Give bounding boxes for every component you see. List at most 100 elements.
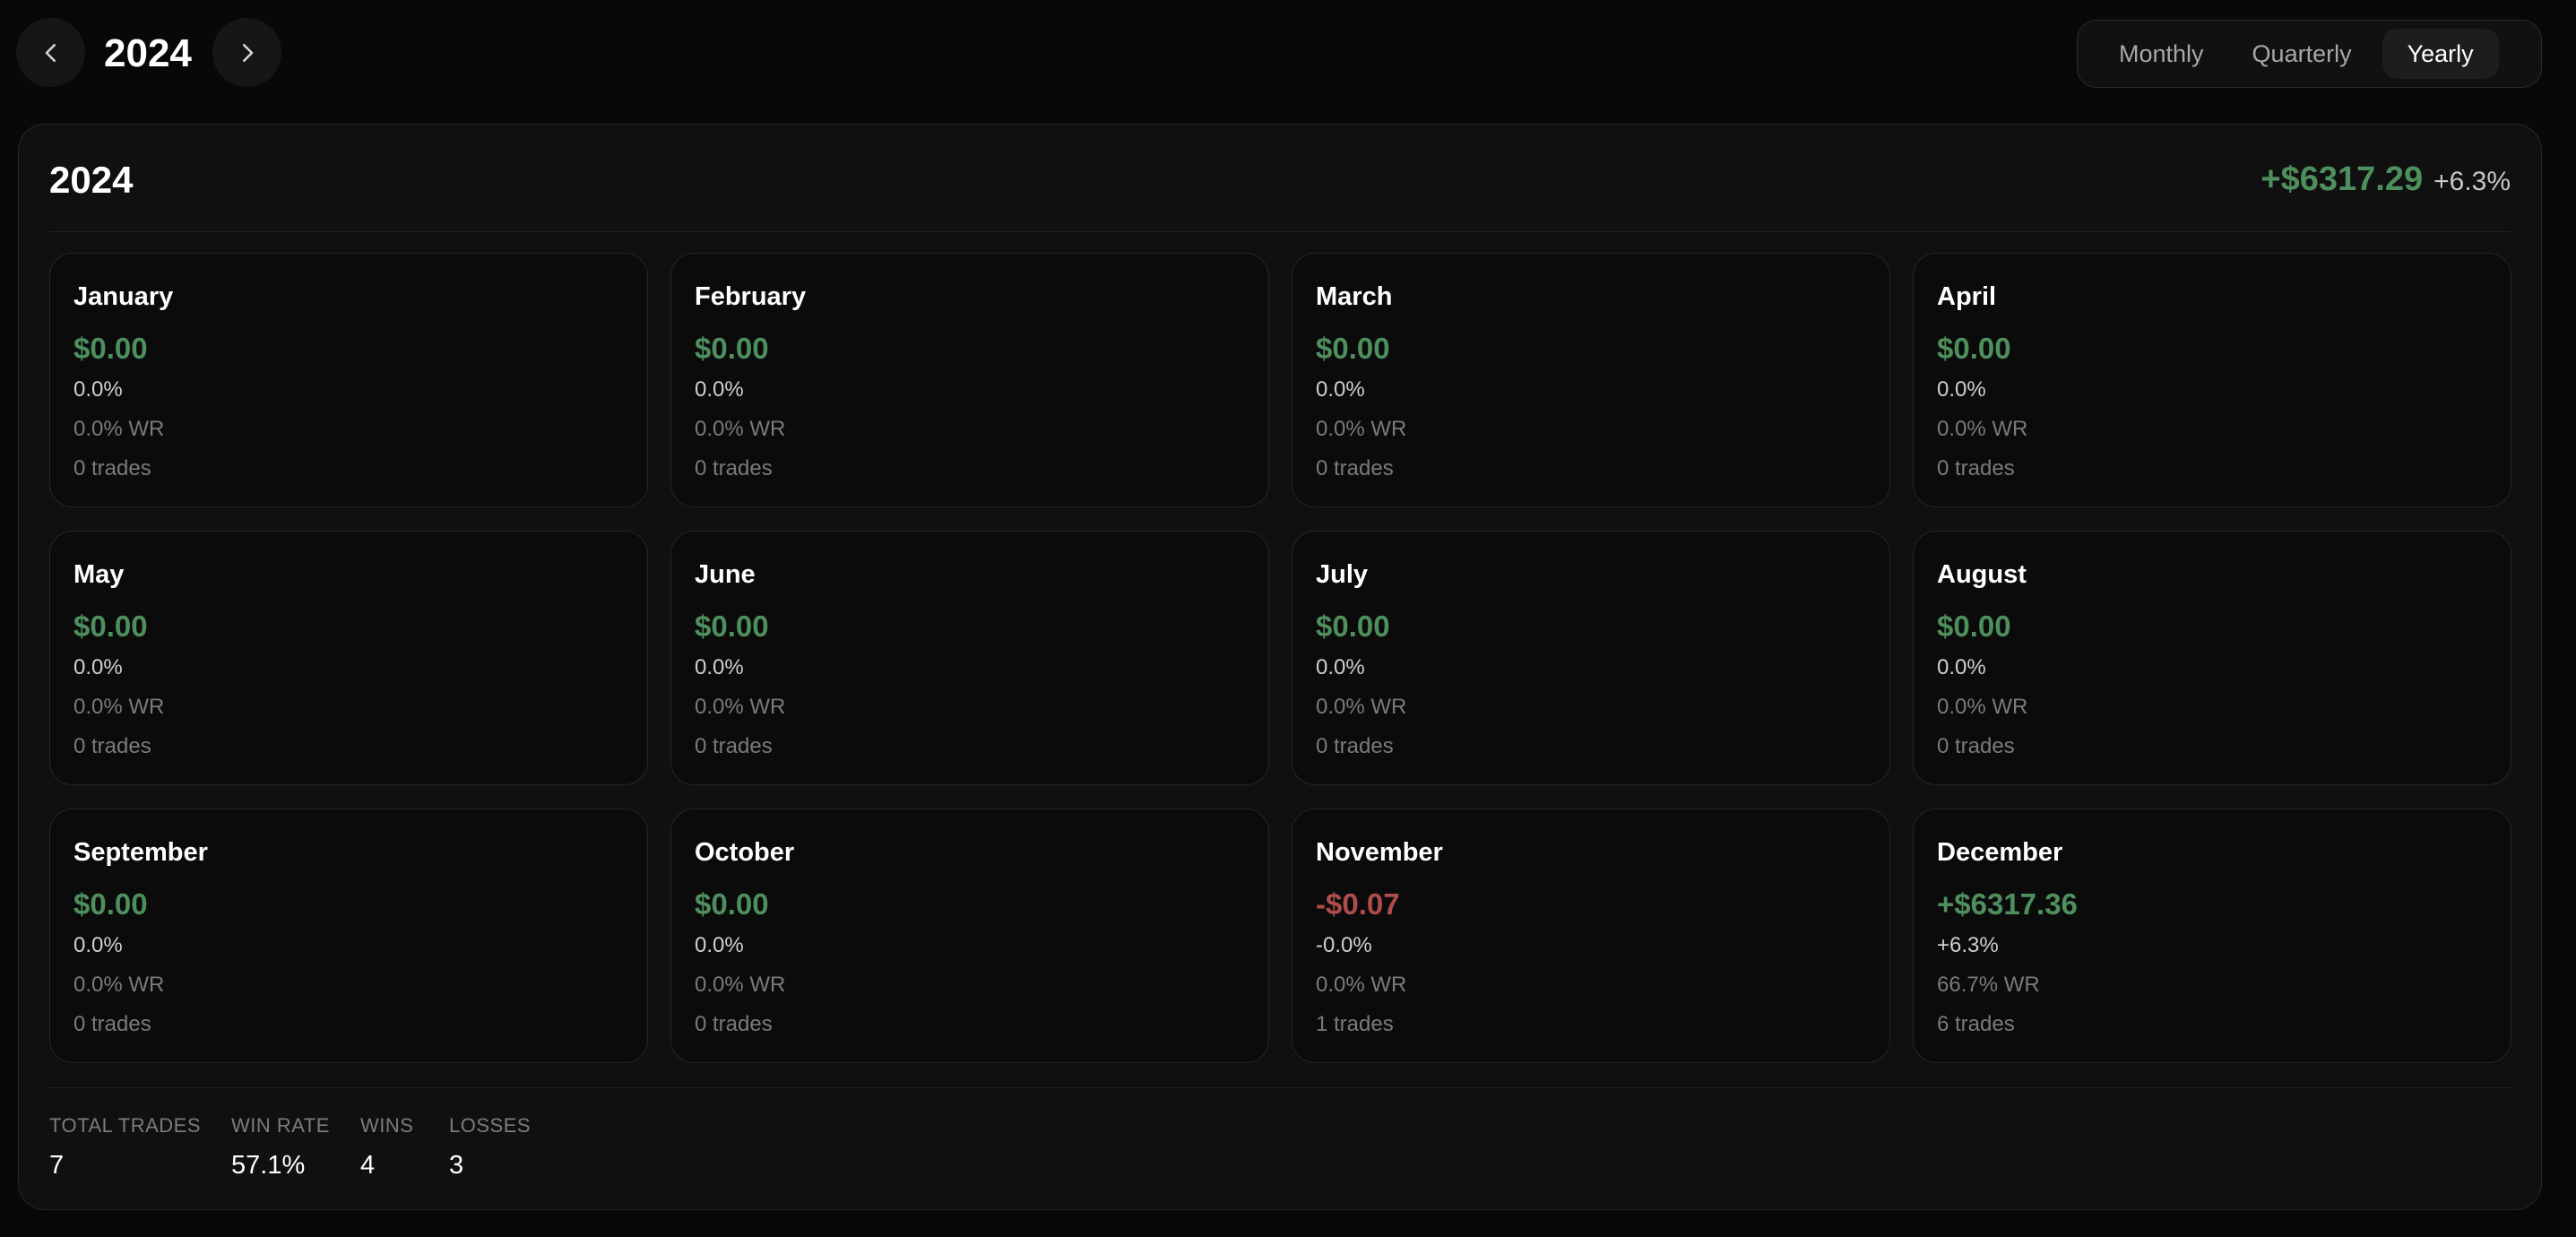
year-panel: 2024 +$6317.29 +6.3% January $0.00 0.0% 0.0… (18, 124, 2542, 1210)
month-pnl: $0.00 (695, 610, 769, 643)
month-pnl: $0.00 (73, 332, 148, 365)
period-toggle: Monthly Quarterly Yearly (2077, 20, 2542, 88)
month-card-july[interactable]: July $0.00 0.0% 0.0% WR 0 trades (1292, 531, 1890, 785)
month-card-january[interactable]: January $0.00 0.0% 0.0% WR 0 trades (49, 253, 648, 507)
month-name: November (1316, 838, 1443, 867)
month-card-february[interactable]: February $0.00 0.0% 0.0% WR 0 trades (670, 253, 1269, 507)
month-percent: 0.0% (1937, 377, 1986, 402)
month-percent: 0.0% (73, 933, 123, 957)
stat-total-trades: TOTAL TRADES 7 (49, 1113, 201, 1181)
month-pnl: $0.00 (1937, 610, 2011, 643)
month-trade-count: 0 trades (695, 734, 773, 758)
month-trade-count: 0 trades (1937, 456, 2015, 480)
stat-label: WIN RATE (231, 1114, 330, 1137)
month-trade-count: 6 trades (1937, 1012, 2015, 1036)
month-pnl: $0.00 (1316, 332, 1390, 365)
month-name: September (73, 838, 208, 867)
month-name: July (1316, 560, 1369, 589)
stat-win-rate: WIN RATE 57.1% (231, 1113, 330, 1181)
month-percent: 0.0% (695, 377, 744, 402)
month-trade-count: 0 trades (1937, 734, 2015, 758)
month-win-rate: 0.0% WR (73, 695, 165, 719)
month-win-rate: 0.0% WR (73, 973, 165, 997)
year-total-percent: +6.3% (2433, 167, 2511, 196)
month-pnl: $0.00 (695, 332, 769, 365)
month-percent: 0.0% (1937, 655, 1986, 679)
stat-value: 7 (49, 1151, 65, 1180)
month-win-rate: 0.0% WR (1316, 417, 1407, 441)
month-win-rate: 0.0% WR (1937, 417, 2028, 441)
stat-losses: LOSSES 3 (449, 1113, 531, 1181)
month-card-september[interactable]: September $0.00 0.0% 0.0% WR 0 trades (49, 809, 648, 1063)
month-percent: 0.0% (695, 933, 744, 957)
next-year-button[interactable] (212, 18, 281, 87)
stat-value: 3 (449, 1151, 464, 1180)
tab-monthly[interactable]: Monthly (2101, 29, 2222, 79)
chevron-left-icon (45, 43, 56, 62)
month-name: December (1937, 838, 2063, 867)
year-total-pnl: +$6317.29 (2260, 160, 2424, 198)
panel-year-title: 2024 (49, 159, 134, 201)
month-card-november[interactable]: November -$0.07 -0.0% 0.0% WR 1 trades (1292, 809, 1890, 1063)
month-trade-count: 0 trades (695, 456, 773, 480)
previous-year-button[interactable] (16, 18, 85, 87)
chevron-right-icon (242, 43, 253, 62)
stat-value: 57.1% (231, 1151, 306, 1180)
month-card-october[interactable]: October $0.00 0.0% 0.0% WR 0 trades (670, 809, 1269, 1063)
month-trade-count: 0 trades (1316, 734, 1394, 758)
stat-label: WINS (360, 1114, 414, 1137)
month-name: April (1937, 282, 1997, 311)
month-pnl: $0.00 (73, 887, 148, 921)
stat-value: 4 (360, 1151, 376, 1180)
month-name: January (73, 282, 174, 311)
month-name: August (1937, 560, 2027, 589)
year-summary: +$6317.29 +6.3% (2260, 160, 2511, 199)
stats-footer: TOTAL TRADES 7 WIN RATE 57.1% WINS 4 LOS… (49, 1087, 2511, 1195)
month-name: March (1316, 282, 1393, 311)
month-percent: 0.0% (1316, 655, 1365, 679)
month-percent: 0.0% (1316, 377, 1365, 402)
month-trade-count: 0 trades (73, 456, 151, 480)
months-grid: January $0.00 0.0% 0.0% WR 0 trades February $… (49, 253, 2512, 1063)
month-trade-count: 0 trades (695, 1012, 773, 1036)
month-percent: 0.0% (73, 655, 123, 679)
month-name: February (695, 282, 807, 311)
month-pnl: +$6317.36 (1937, 887, 2078, 921)
month-win-rate: 0.0% WR (695, 417, 786, 441)
month-pnl: $0.00 (1316, 610, 1390, 643)
month-win-rate: 0.0% WR (1316, 695, 1407, 719)
month-card-may[interactable]: May $0.00 0.0% 0.0% WR 0 trades (49, 531, 648, 785)
top-bar: 2024 Monthly Quarterly Yearly (16, 18, 2542, 90)
month-name: June (695, 560, 756, 589)
month-pnl: $0.00 (73, 610, 148, 643)
month-percent: -0.0% (1316, 933, 1372, 957)
month-card-august[interactable]: August $0.00 0.0% 0.0% WR 0 trades (1913, 531, 2511, 785)
month-percent: 0.0% (73, 377, 123, 402)
month-trade-count: 1 trades (1316, 1012, 1394, 1036)
month-win-rate: 66.7% WR (1937, 973, 2040, 997)
stat-wins: WINS 4 (360, 1113, 413, 1181)
tab-yearly[interactable]: Yearly (2382, 29, 2499, 79)
stat-label: LOSSES (449, 1114, 532, 1137)
month-pnl: $0.00 (695, 887, 769, 921)
month-percent: +6.3% (1937, 933, 1999, 957)
month-pnl: -$0.07 (1316, 887, 1400, 921)
month-win-rate: 0.0% WR (1316, 973, 1407, 997)
tab-quarterly[interactable]: Quarterly (2235, 29, 2370, 79)
year-title: 2024 (104, 31, 192, 75)
month-win-rate: 0.0% WR (1937, 695, 2028, 719)
month-win-rate: 0.0% WR (695, 695, 786, 719)
stat-label: TOTAL TRADES (49, 1114, 202, 1137)
month-pnl: $0.00 (1937, 332, 2011, 365)
month-percent: 0.0% (695, 655, 744, 679)
month-card-june[interactable]: June $0.00 0.0% 0.0% WR 0 trades (670, 531, 1269, 785)
month-card-march[interactable]: March $0.00 0.0% 0.0% WR 0 trades (1292, 253, 1890, 507)
month-card-april[interactable]: April $0.00 0.0% 0.0% WR 0 trades (1913, 253, 2511, 507)
month-win-rate: 0.0% WR (695, 973, 786, 997)
month-trade-count: 0 trades (73, 1012, 151, 1036)
month-card-december[interactable]: December +$6317.36 +6.3% 66.7% WR 6 trades (1913, 809, 2511, 1063)
month-trade-count: 0 trades (1316, 456, 1394, 480)
panel-header: 2024 +$6317.29 +6.3% (49, 125, 2511, 232)
month-trade-count: 0 trades (73, 734, 151, 758)
month-name: October (695, 838, 795, 867)
